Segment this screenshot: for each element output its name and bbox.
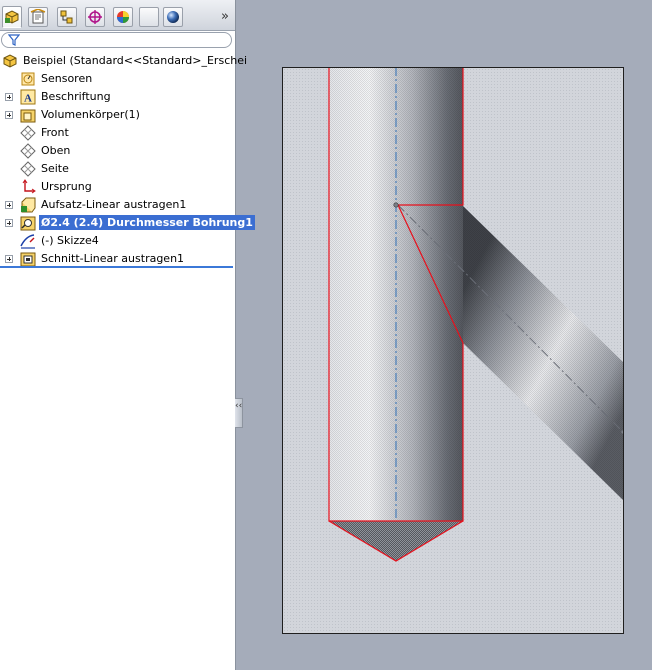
configurationmanager-icon [60, 10, 73, 24]
extrude-boss-icon [21, 197, 36, 212]
tree-item-aufsatz[interactable]: Aufsatz-Linear austragen1 [20, 196, 188, 213]
sphere-icon [167, 11, 179, 23]
display-manager-icon [117, 11, 129, 23]
display-manager-tab[interactable] [113, 7, 133, 27]
expand-toggle[interactable] [5, 219, 13, 227]
expand-toggle[interactable] [5, 111, 13, 119]
tree-item-label: Front [41, 126, 69, 139]
tree-item-label: Ursprung [41, 180, 92, 193]
propertymanager-tab[interactable] [28, 7, 48, 27]
tree-item-seite[interactable]: Seite [20, 160, 71, 177]
tree-item-skizze4[interactable]: (-) Skizze4 [20, 232, 101, 249]
more-tabs-button[interactable]: » [217, 8, 233, 26]
tree-item-label: Sensoren [41, 72, 93, 85]
propertymanager-icon [30, 9, 46, 24]
plane-icon [20, 124, 36, 141]
filter-field[interactable] [1, 32, 232, 48]
svg-text:A: A [24, 92, 32, 104]
sketch-sheet [282, 67, 624, 634]
tree-item-front[interactable]: Front [20, 124, 71, 141]
rollback-bar[interactable] [0, 266, 233, 268]
plane-icon [20, 160, 36, 177]
feature-manager-panel: » Beispiel (Standard<<Standard>_Erschei … [0, 0, 255, 670]
sensor-icon [21, 72, 35, 85]
tree-item-label: Aufsatz-Linear austragen1 [41, 198, 187, 211]
tree-item-beschriftung[interactable]: A Beschriftung [20, 88, 113, 105]
plane-icon [20, 142, 36, 159]
tree-item-label: Volumenkörper(1) [41, 108, 140, 121]
tree-root-part[interactable]: Beispiel (Standard<<Standard>_Erschei [2, 52, 249, 69]
collapse-panel-handle[interactable]: ‹‹ [235, 398, 243, 428]
featuremanager-tab[interactable] [2, 6, 22, 28]
expand-toggle[interactable] [5, 201, 13, 209]
hole-icon [20, 216, 36, 230]
tree-item-bohrung[interactable]: Ø2.4 (2.4) Durchmesser Bohrung1 [20, 214, 255, 231]
tree-item-label: Oben [41, 144, 71, 157]
dimxpert-icon [88, 10, 102, 24]
tree-item-oben[interactable]: Oben [20, 142, 72, 159]
tree-item-label: Schnitt-Linear austragen1 [41, 252, 185, 265]
tree-item-schnitt[interactable]: Schnitt-Linear austragen1 [20, 250, 186, 267]
appearance-tab[interactable] [163, 7, 183, 27]
tree-item-ursprung[interactable]: Ursprung [20, 178, 94, 195]
dimxpert-tab[interactable] [85, 7, 105, 27]
featuremanager-icon [5, 10, 19, 24]
tree-item-label: Beschriftung [41, 90, 111, 103]
sketch-icon [20, 233, 35, 249]
solid-bodies-icon [20, 109, 36, 122]
configurationmanager-tab[interactable] [57, 7, 77, 27]
annotation-icon: A [20, 89, 36, 104]
expand-toggle[interactable] [5, 93, 13, 101]
tree-item-label: (-) Skizze4 [41, 234, 99, 247]
filter-icon [8, 34, 20, 46]
tree-root-label: Beispiel (Standard<<Standard>_Erschei [23, 54, 248, 67]
tree-item-volumenkoerper[interactable]: Volumenkörper(1) [20, 106, 142, 123]
tree-item-label: Seite [41, 162, 69, 175]
empty-tab[interactable] [139, 7, 159, 27]
tree-item-sensoren[interactable]: Sensoren [20, 70, 94, 87]
expand-toggle[interactable] [5, 255, 13, 263]
manager-tab-bar: » [0, 0, 235, 31]
tree-item-label: Ø2.4 (2.4) Durchmesser Bohrung1 [39, 215, 255, 230]
extrude-cut-icon [20, 252, 36, 266]
part-icon [3, 53, 17, 68]
origin-icon [22, 178, 36, 193]
